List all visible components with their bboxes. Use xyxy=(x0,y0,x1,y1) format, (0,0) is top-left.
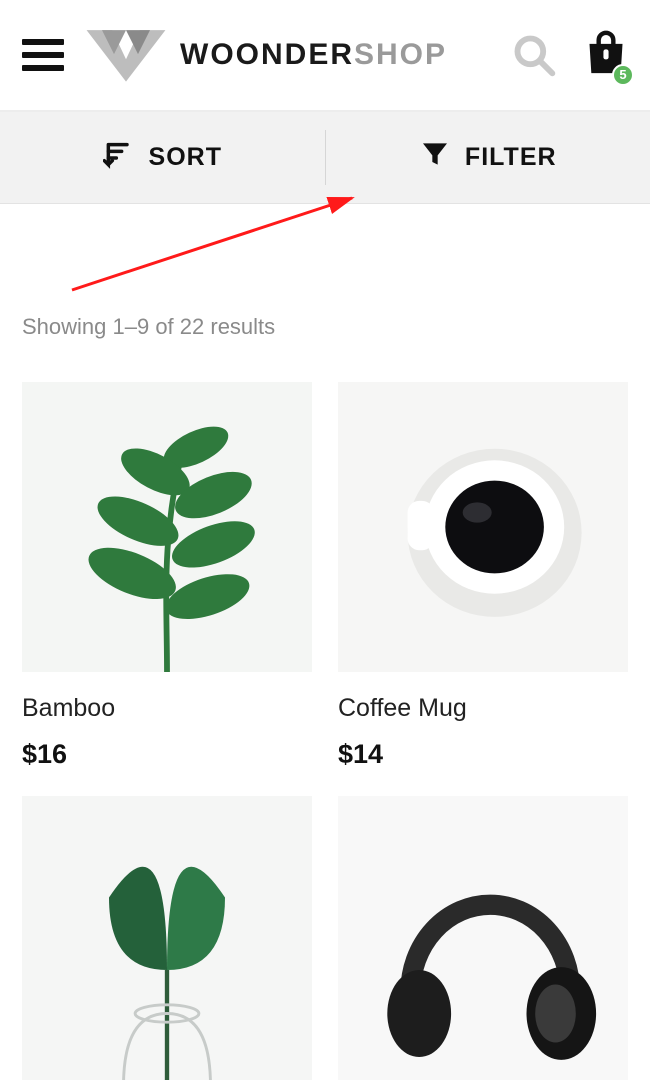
product-card[interactable]: Bamboo $16 xyxy=(22,382,312,770)
brand-logo[interactable]: WOONDERSHOP xyxy=(82,25,447,85)
listing-content: Showing 1–9 of 22 results Bamboo $16 xyxy=(0,204,650,1080)
app-header: WOONDERSHOP 5 xyxy=(0,0,650,112)
product-card[interactable] xyxy=(22,796,312,1080)
product-grid: Bamboo $16 Coffee Mug $14 xyxy=(22,382,628,1080)
logo-mark-icon xyxy=(82,25,170,85)
brand-name: WOONDERSHOP xyxy=(180,38,447,72)
product-card[interactable] xyxy=(338,796,628,1080)
product-card[interactable]: Coffee Mug $14 xyxy=(338,382,628,770)
cart-button[interactable]: 5 xyxy=(584,29,628,82)
sort-button[interactable]: SORT xyxy=(0,112,325,203)
product-price: $16 xyxy=(22,739,312,770)
filter-label: FILTER xyxy=(465,143,557,172)
brand-name-second: SHOP xyxy=(354,38,447,71)
product-name: Coffee Mug xyxy=(338,694,628,723)
product-image xyxy=(22,382,312,672)
filter-button[interactable]: FILTER xyxy=(326,112,650,203)
search-icon[interactable] xyxy=(512,33,556,77)
product-image xyxy=(338,382,628,672)
sort-icon xyxy=(103,138,135,177)
product-name: Bamboo xyxy=(22,694,312,723)
cart-count-badge: 5 xyxy=(612,64,634,86)
listing-toolbar: SORT FILTER xyxy=(0,112,650,204)
menu-button[interactable] xyxy=(22,34,64,76)
product-image xyxy=(22,796,312,1080)
product-price: $14 xyxy=(338,739,628,770)
product-image xyxy=(338,796,628,1080)
filter-icon xyxy=(419,138,451,177)
results-count: Showing 1–9 of 22 results xyxy=(22,314,628,340)
brand-name-first: WOONDER xyxy=(180,38,354,71)
sort-label: SORT xyxy=(149,143,222,172)
